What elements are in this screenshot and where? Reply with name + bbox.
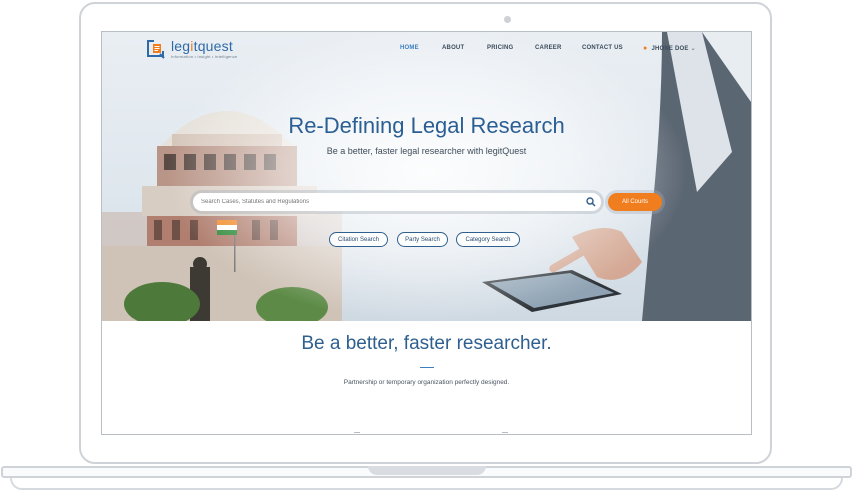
hero-section: legitquest Information • Insight • Intel… bbox=[102, 32, 751, 321]
nav-item-career[interactable]: CAREER bbox=[535, 45, 562, 51]
hero-subtitle: Be a better, faster legal researcher wit… bbox=[326, 146, 527, 156]
user-name: JHONE DOE bbox=[651, 46, 689, 52]
nav-item-contact-us[interactable]: CONTACT US bbox=[582, 45, 623, 51]
content-fragment bbox=[354, 432, 360, 433]
party-search-button[interactable]: Party Search bbox=[397, 232, 448, 247]
user-icon: ● bbox=[643, 45, 648, 52]
section-text: Partnership or temporary organization pe… bbox=[343, 379, 510, 386]
laptop-notch bbox=[368, 466, 486, 475]
nav-item-home[interactable]: HOME bbox=[400, 45, 419, 51]
camera-icon bbox=[504, 16, 511, 23]
all-courts-button[interactable]: All Courts bbox=[608, 193, 662, 211]
laptop-foot bbox=[10, 478, 843, 490]
main-nav: HOME ABOUT PRICING CAREER CONTACT US ● JH… bbox=[102, 45, 751, 57]
search-bar bbox=[193, 193, 601, 211]
section-title: Be a better, faster researcher. bbox=[301, 333, 552, 354]
nav-item-about[interactable]: ABOUT bbox=[442, 45, 464, 51]
search-input[interactable] bbox=[201, 193, 581, 211]
hero-overlay bbox=[102, 32, 751, 321]
section-divider bbox=[420, 367, 434, 368]
chevron-down-icon: ⌄ bbox=[690, 46, 696, 52]
citation-search-button[interactable]: Citation Search bbox=[329, 232, 388, 247]
search-icon[interactable] bbox=[586, 197, 596, 207]
browser-screen: legitquest Information • Insight • Intel… bbox=[101, 31, 752, 435]
content-fragment bbox=[502, 432, 508, 433]
nav-item-pricing[interactable]: PRICING bbox=[487, 45, 513, 51]
hero-title: Re-Defining Legal Research bbox=[288, 113, 565, 138]
category-search-button[interactable]: Category Search bbox=[456, 232, 520, 247]
user-menu[interactable]: ● JHONE DOE ⌄ bbox=[643, 45, 696, 52]
